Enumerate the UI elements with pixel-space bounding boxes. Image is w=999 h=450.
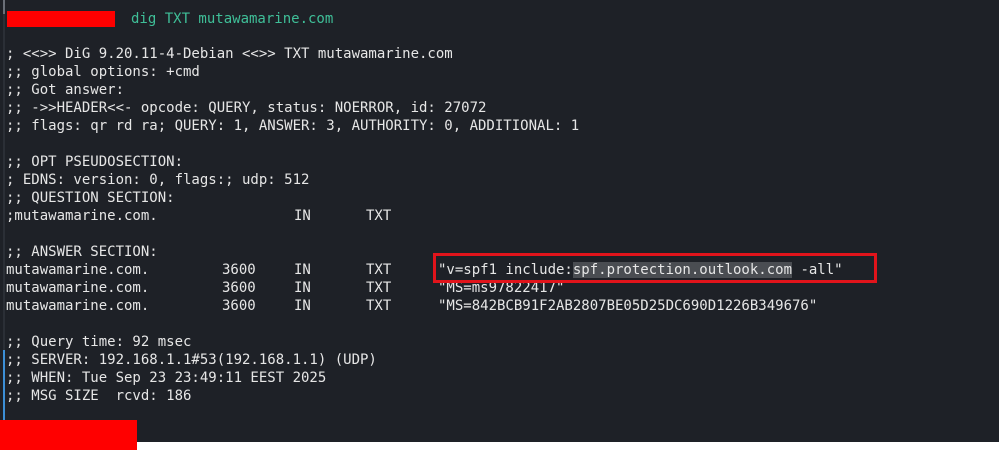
record-name: ;mutawamarine.com. [6, 208, 158, 224]
record-value: "MS=842BCB91F2AB2807BE05D25DC690D1226B34… [438, 298, 818, 314]
output-line: ;; flags: qr rd ra; QUERY: 1, ANSWER: 3,… [6, 118, 580, 134]
record-type: TXT [366, 298, 392, 314]
redacted-area [0, 420, 137, 450]
record-class: IN [294, 280, 311, 296]
output-line: ; <<>> DiG 9.20.11-4-Debian <<>> TXT mut… [6, 46, 453, 62]
record-type: TXT [366, 280, 392, 296]
record-name: mutawamarine.com. [6, 298, 150, 314]
question-record: ;mutawamarine.com. IN TXT [6, 207, 843, 225]
output-line: ;; ->>HEADER<<- opcode: QUERY, status: N… [6, 100, 487, 116]
command-line: dig TXT mutawamarine.com [131, 11, 334, 27]
record-class: IN [294, 262, 311, 278]
spf-record-highlight-box [433, 253, 877, 283]
output-line: ;; Query time: 92 msec [6, 334, 192, 350]
record-ttl: 3600 [222, 280, 256, 296]
record-name: mutawamarine.com. [6, 262, 150, 278]
output-line: ;; SERVER: 192.168.1.1#53(192.168.1.1) (… [6, 352, 377, 368]
output-line: ;; MSG SIZE rcvd: 186 [6, 388, 192, 404]
answer-record: mutawamarine.com. 3600 IN TXT "MS=842BCB91F2… [6, 297, 843, 315]
output-line: ;; OPT PSEUDOSECTION: [6, 154, 184, 170]
redacted-prompt [7, 11, 115, 27]
output-line: ;; WHEN: Tue Sep 23 23:49:11 EEST 2025 [6, 370, 327, 386]
output-line: ;; QUESTION SECTION: [6, 190, 175, 206]
dig-output: ; <<>> DiG 9.20.11-4-Debian <<>> TXT mut… [6, 45, 843, 405]
record-name: mutawamarine.com. [6, 280, 150, 296]
record-ttl: 3600 [222, 262, 256, 278]
terminal-window[interactable]: dig TXT mutawamarine.com ; <<>> DiG 9.20… [0, 0, 999, 442]
record-type: TXT [366, 208, 392, 224]
output-line: ;; global options: +cmd [6, 64, 200, 80]
record-ttl: 3600 [222, 298, 256, 314]
record-class: IN [294, 298, 311, 314]
output-line: ; EDNS: version: 0, flags:; udp: 512 [6, 172, 310, 188]
record-type: TXT [366, 262, 392, 278]
output-line: ;; Got answer: [6, 82, 125, 98]
gutter-mark [3, 0, 5, 14]
record-class: IN [294, 208, 311, 224]
